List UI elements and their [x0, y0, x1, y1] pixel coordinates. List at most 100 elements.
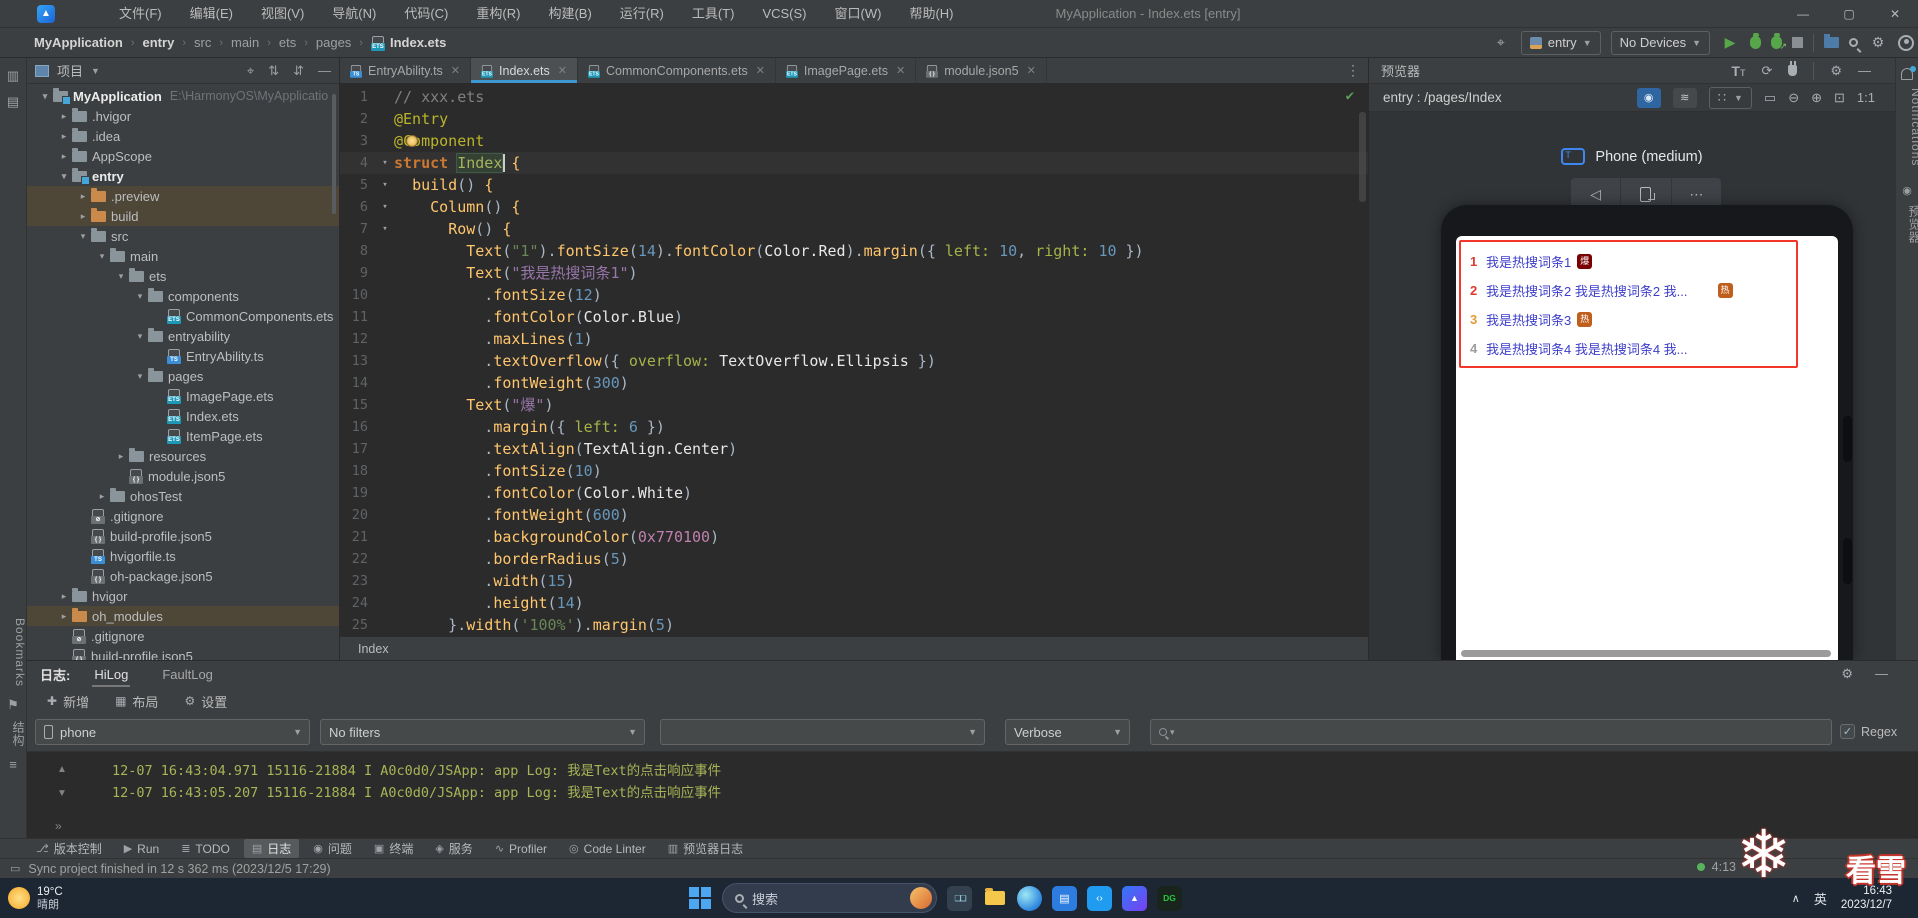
- tree-row[interactable]: oh-package.json5: [27, 566, 339, 586]
- preview-eye-icon[interactable]: ◉: [1636, 87, 1661, 108]
- tab-close-icon[interactable]: ✕: [1027, 64, 1036, 77]
- menu-item[interactable]: 窗口(W): [821, 0, 896, 28]
- code-line[interactable]: 23 .width(15): [340, 570, 1368, 592]
- regex-checkbox[interactable]: ✓ Regex: [1840, 724, 1897, 739]
- fold-marker-icon[interactable]: ▾: [376, 218, 394, 240]
- code-line[interactable]: 5 ▾ build() {: [340, 174, 1368, 196]
- more-tabs-icon[interactable]: ⋮: [1346, 62, 1360, 79]
- file-explorer-icon[interactable]: [982, 886, 1007, 911]
- log-settings-gear-icon[interactable]: ⚙: [1841, 666, 1853, 682]
- device-dropdown[interactable]: No Devices ▼: [1610, 30, 1710, 55]
- tree-chevron-icon[interactable]: ▾: [113, 271, 129, 282]
- tree-row[interactable]: hvigorfile.ts: [27, 546, 339, 566]
- hot-search-list-item[interactable]: 1 我是热搜词条1 爆: [1461, 247, 1796, 276]
- tree-row[interactable]: ▸ .hvigor: [27, 106, 339, 126]
- breadcrumb-item[interactable]: entry: [143, 35, 175, 50]
- tree-chevron-icon[interactable]: ▾: [37, 91, 53, 102]
- menu-item[interactable]: 导航(N): [318, 0, 390, 28]
- expand-all-icon[interactable]: ⇅: [268, 63, 279, 79]
- editor-tab[interactable]: Index.ets ✕: [471, 58, 578, 83]
- tree-row[interactable]: ▾ ets: [27, 266, 339, 286]
- code-line[interactable]: 2 @Entry: [340, 108, 1368, 130]
- code-line[interactable]: 17 .textAlign(TextAlign.Center): [340, 438, 1368, 460]
- code-line[interactable]: 14 .fontWeight(300): [340, 372, 1368, 394]
- hot-search-list-item[interactable]: 3 我是热搜词条3 热: [1461, 305, 1796, 334]
- tree-row[interactable]: .gitignore: [27, 626, 339, 646]
- code-line[interactable]: 19 .fontColor(Color.White): [340, 482, 1368, 504]
- component-grid-dropdown[interactable]: ∷ ▼: [1708, 86, 1752, 109]
- tree-row[interactable]: ▸ hvigor: [27, 586, 339, 606]
- code-line[interactable]: 16 .margin({ left: 6 }): [340, 416, 1368, 438]
- plugin-icon[interactable]: [1788, 61, 1798, 76]
- tree-row[interactable]: CommonComponents.ets: [27, 306, 339, 326]
- project-view-selector[interactable]: 项目: [57, 61, 83, 80]
- breadcrumb-item[interactable]: MyApplication: [34, 35, 123, 50]
- breadcrumb-item[interactable]: ets: [279, 35, 296, 50]
- code-line[interactable]: 24 .height(14): [340, 592, 1368, 614]
- tree-row[interactable]: ▾ entry: [27, 166, 339, 186]
- taskbar-search-box[interactable]: 搜索: [722, 883, 937, 913]
- tool-window-button-error[interactable]: ◉ 问题: [305, 839, 360, 858]
- locate-file-icon[interactable]: ⌖: [247, 63, 254, 79]
- code-line[interactable]: 8 Text("1").fontSize(14).fontColor(Color…: [340, 240, 1368, 262]
- code-line[interactable]: 3 @Component: [340, 130, 1368, 152]
- run-button[interactable]: ▶: [1720, 34, 1740, 51]
- tree-row[interactable]: ▾ MyApplication E:\HarmonyOS\MyApplicatio: [27, 86, 339, 106]
- tool-window-button-play[interactable]: ▶ Run: [116, 841, 167, 857]
- search-everywhere-icon[interactable]: [1849, 38, 1858, 47]
- zoom-in-icon[interactable]: ⊕: [1811, 90, 1822, 106]
- tree-chevron-icon[interactable]: ▸: [75, 191, 91, 202]
- log-tab[interactable]: FaultLog: [160, 664, 215, 685]
- log-line[interactable]: 12-07 16:43:05.207 15116-21884 I A0c0d0/…: [112, 782, 721, 804]
- code-line[interactable]: 20 .fontWeight(600): [340, 504, 1368, 526]
- tree-row[interactable]: build-profile.json5: [27, 526, 339, 546]
- sidebar-item-notifications[interactable]: Notifications: [1896, 88, 1918, 166]
- tree-row[interactable]: ▸ AppScope: [27, 146, 339, 166]
- menu-item[interactable]: 运行(R): [606, 0, 678, 28]
- fold-marker-icon[interactable]: ▾: [376, 152, 394, 174]
- tree-chevron-icon[interactable]: ▸: [75, 211, 91, 222]
- code-line[interactable]: 12 .maxLines(1): [340, 328, 1368, 350]
- tree-chevron-icon[interactable]: ▸: [94, 491, 110, 502]
- minimize-button[interactable]: —: [1780, 0, 1826, 28]
- close-button[interactable]: ✕: [1872, 0, 1918, 28]
- taskbar-weather-widget[interactable]: 19°C 晴朗: [8, 886, 63, 911]
- tool-window-button-log[interactable]: ▤ 日志: [243, 839, 300, 858]
- fit-screen-icon[interactable]: ⊡: [1834, 90, 1845, 106]
- inspection-ok-icon[interactable]: ✔: [1346, 88, 1354, 104]
- process-filter-dropdown[interactable]: ▼: [660, 719, 985, 745]
- code-line[interactable]: 7 ▾ Row() {: [340, 218, 1368, 240]
- code-line[interactable]: 13 .textOverflow({ overflow: TextOverflo…: [340, 350, 1368, 372]
- collapse-all-icon[interactable]: ⇵: [293, 63, 304, 79]
- fold-marker-icon[interactable]: ▾: [376, 196, 394, 218]
- tab-close-icon[interactable]: ✕: [558, 64, 567, 77]
- tree-chevron-icon[interactable]: ▸: [56, 591, 72, 602]
- log-search-input[interactable]: ▾: [1150, 719, 1832, 745]
- tree-row[interactable]: ▾ src: [27, 226, 339, 246]
- notifications-bell-icon[interactable]: [1901, 66, 1916, 80]
- editor-tab[interactable]: CommonComponents.ets ✕: [578, 58, 776, 83]
- sdk-manager-icon[interactable]: [1824, 34, 1839, 48]
- tree-row[interactable]: ▸ build: [27, 206, 339, 226]
- menu-item[interactable]: VCS(S): [748, 0, 820, 28]
- tree-chevron-icon[interactable]: ▸: [56, 611, 72, 622]
- refresh-icon[interactable]: ⟳: [1761, 63, 1772, 79]
- tree-row[interactable]: build-profile.json5: [27, 646, 339, 660]
- layers-icon[interactable]: ≋: [1672, 87, 1697, 108]
- editor-tab[interactable]: ImagePage.ets ✕: [776, 58, 917, 83]
- settings-gear-icon[interactable]: ⚙: [1868, 34, 1888, 51]
- profiler-button[interactable]: [1771, 33, 1787, 52]
- project-tool-icon[interactable]: ▥: [0, 68, 26, 84]
- tree-row[interactable]: ▸ .preview: [27, 186, 339, 206]
- tab-close-icon[interactable]: ✕: [756, 64, 765, 77]
- tree-row[interactable]: ImagePage.ets: [27, 386, 339, 406]
- edge-browser-icon[interactable]: [1017, 885, 1042, 911]
- log-line[interactable]: 12-07 16:43:04.971 15116-21884 I A0c0d0/…: [112, 760, 721, 782]
- hot-search-list-item[interactable]: 4 我是热搜词条4 我是热搜词条4 我...: [1461, 334, 1796, 363]
- log-action-grid[interactable]: ▦ 布局: [115, 692, 158, 711]
- code-line[interactable]: 25 }.width('100%').margin(5): [340, 614, 1368, 636]
- code-editor[interactable]: ✔ 1// xxx.ets 2 @Entry 3 @Component 4 ▾ struct …: [340, 84, 1368, 636]
- tree-chevron-icon[interactable]: ▸: [56, 111, 72, 122]
- vscode-icon[interactable]: [1087, 885, 1112, 911]
- tree-row[interactable]: Index.ets: [27, 406, 339, 426]
